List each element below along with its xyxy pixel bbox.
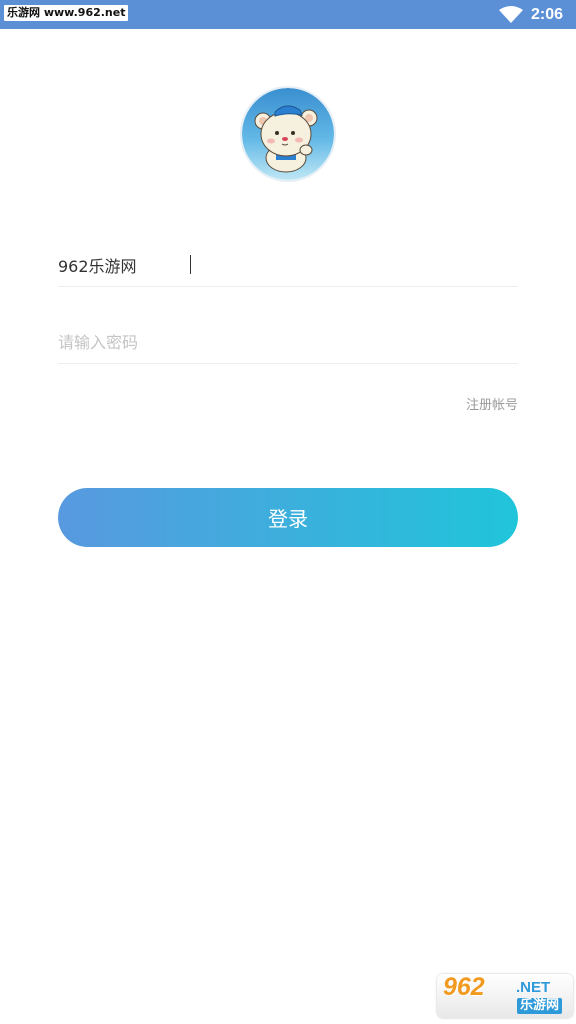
text-cursor — [190, 255, 191, 274]
watermark-net: .NET — [516, 979, 551, 996]
status-clock: 2:06 — [531, 6, 564, 23]
password-field[interactable] — [58, 323, 518, 364]
watermark-number: 962 — [443, 974, 485, 1001]
status-bar: 乐游网 www.962.net 2:06 — [0, 0, 576, 29]
bear-avatar-icon — [242, 88, 334, 180]
watermark-label-top: 乐游网 www.962.net — [4, 5, 129, 21]
wifi-icon — [499, 6, 523, 23]
password-input[interactable] — [58, 323, 518, 361]
username-input[interactable] — [58, 246, 518, 284]
notification-indicator — [74, 19, 86, 21]
username-field[interactable] — [58, 246, 518, 287]
watermark-name: 乐游网 — [517, 998, 563, 1014]
notification-indicator — [44, 19, 56, 21]
login-button[interactable]: 登录 — [58, 488, 518, 547]
watermark-logo: 962 .NET 乐游网 — [437, 974, 573, 1018]
register-account-link[interactable]: 注册帐号 — [466, 394, 518, 413]
